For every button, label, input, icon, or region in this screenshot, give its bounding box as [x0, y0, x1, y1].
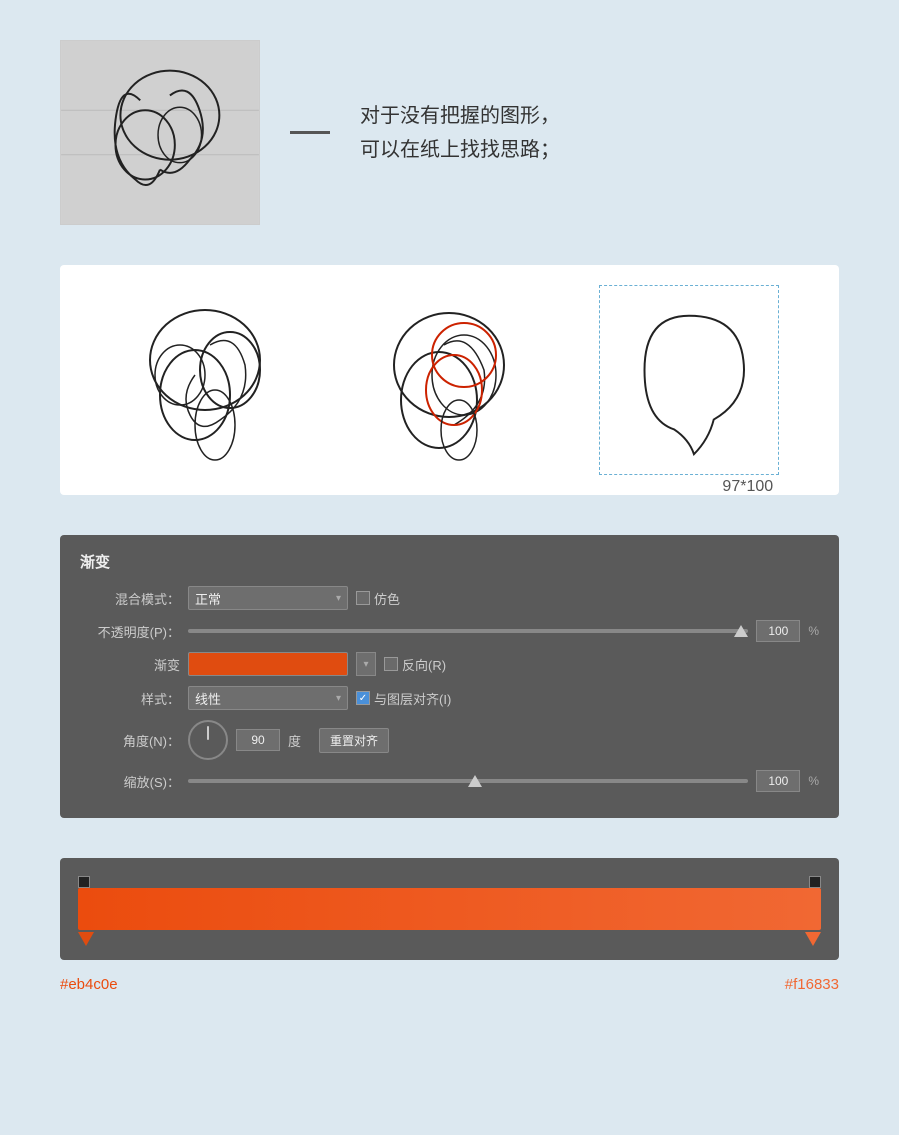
handle-top-right[interactable] — [809, 876, 821, 888]
reverse-checkbox-group: 反向(R) — [384, 655, 446, 674]
scale-slider[interactable] — [188, 779, 748, 783]
caption-text: 对于没有把握的图形， 可以在纸上找找思路； — [360, 99, 560, 167]
opacity-label: 不透明度(P)： — [80, 622, 180, 641]
section1-sketch-caption: 对于没有把握的图形， 可以在纸上找找思路； — [60, 40, 839, 225]
style-value: 线性 — [195, 689, 221, 708]
angle-row: 角度(N)： 度 重置对齐 — [80, 720, 819, 760]
color-labels: #eb4c0e #f16833 — [60, 976, 839, 993]
reverse-checkbox[interactable] — [384, 657, 398, 671]
drawing-area-3: 97*100 — [599, 285, 779, 475]
reverse-label: 反向(R) — [402, 655, 446, 674]
chevron-down-icon: ▾ — [363, 659, 368, 670]
gradient-dropdown-arrow[interactable]: ▾ — [356, 652, 376, 676]
angle-label: 角度(N)： — [80, 731, 180, 750]
angle-dial[interactable] — [188, 720, 228, 760]
chevron-down-icon: ▾ — [336, 593, 341, 604]
opacity-slider[interactable] — [188, 629, 748, 633]
right-color-label: #f16833 — [785, 976, 839, 993]
section2-drawings-panel: 97*100 — [60, 265, 839, 495]
color-stop-right[interactable] — [805, 932, 821, 946]
dither-checkbox[interactable] — [356, 591, 370, 605]
caption-line2: 可以在纸上找找思路； — [360, 133, 560, 167]
scale-track — [188, 779, 748, 783]
drawing-area-2 — [359, 285, 539, 475]
gradient-bar[interactable] — [78, 888, 821, 930]
blend-mode-value: 正常 — [195, 589, 221, 608]
drawing-area-1 — [120, 285, 300, 475]
style-dropdown[interactable]: 线性 ▾ — [188, 686, 348, 710]
caption-line1: 对于没有把握的图形， — [360, 99, 560, 133]
style-row: 样式： 线性 ▾ 与图层对齐(I) — [80, 686, 819, 710]
scale-label: 缩放(S)： — [80, 772, 180, 791]
panel-title: 渐变 — [80, 551, 819, 572]
opacity-input[interactable] — [756, 620, 800, 642]
dash-line — [290, 131, 330, 134]
angle-input[interactable] — [236, 729, 280, 751]
gradient-panel: 渐变 混合模式： 正常 ▾ 仿色 不透明度(P)： % 渐变 ▾ 反向 — [60, 535, 839, 818]
angle-unit: 度 — [288, 731, 301, 750]
opacity-unit: % — [808, 624, 819, 638]
reset-align-button[interactable]: 重置对齐 — [319, 728, 389, 753]
scale-input[interactable] — [756, 770, 800, 792]
gradient-label: 渐变 — [80, 655, 180, 674]
scale-thumb — [468, 775, 482, 787]
gradient-row: 渐变 ▾ 反向(R) — [80, 652, 819, 676]
blend-mode-row: 混合模式： 正常 ▾ 仿色 — [80, 586, 819, 610]
left-color-label: #eb4c0e — [60, 976, 118, 993]
scale-row: 缩放(S)： % — [80, 770, 819, 792]
gradient-bar-section — [60, 858, 839, 960]
opacity-thumb — [734, 625, 748, 637]
align-label: 与图层对齐(I) — [374, 689, 451, 708]
blend-mode-dropdown[interactable]: 正常 ▾ — [188, 586, 348, 610]
dither-label: 仿色 — [374, 589, 400, 608]
size-label: 97*100 — [722, 478, 773, 496]
align-checkbox[interactable] — [356, 691, 370, 705]
color-stop-left[interactable] — [78, 932, 94, 946]
dither-checkbox-group: 仿色 — [356, 589, 400, 608]
opacity-track — [188, 629, 748, 633]
scale-unit: % — [808, 774, 819, 788]
blend-mode-label: 混合模式： — [80, 589, 180, 608]
dial-needle — [207, 726, 209, 740]
gradient-bar-wrapper — [74, 870, 825, 948]
chevron-down-icon: ▾ — [336, 693, 341, 704]
gradient-swatch[interactable] — [188, 652, 348, 676]
handle-top-left[interactable] — [78, 876, 90, 888]
sketch-image — [60, 40, 260, 225]
style-label: 样式： — [80, 689, 180, 708]
opacity-row: 不透明度(P)： % — [80, 620, 819, 642]
align-checkbox-group: 与图层对齐(I) — [356, 689, 451, 708]
